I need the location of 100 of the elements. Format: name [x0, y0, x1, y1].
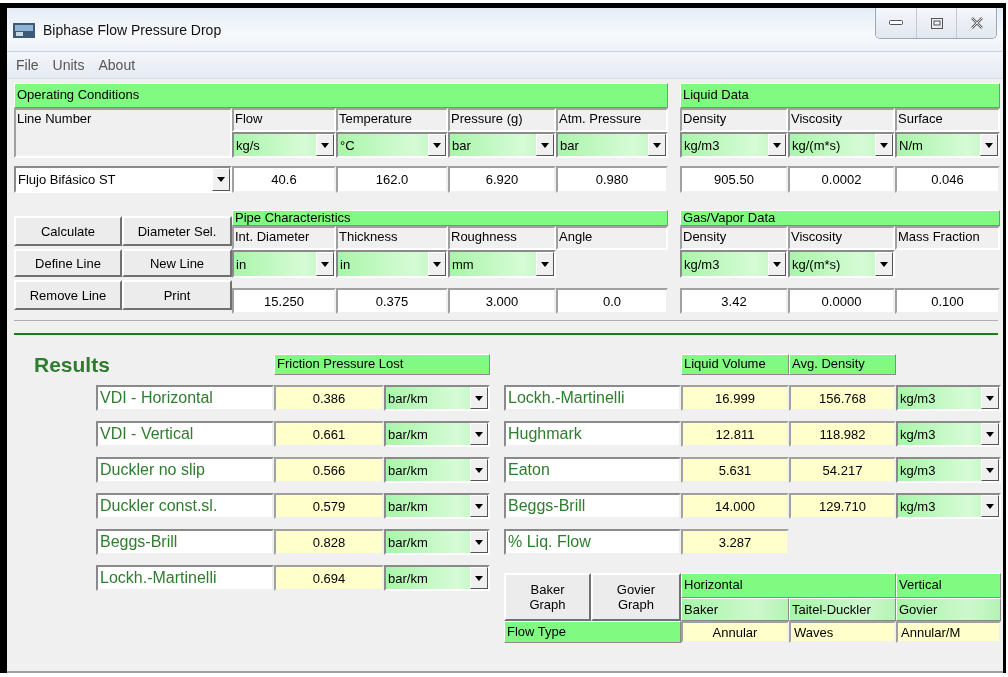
column-label: Thickness [336, 226, 448, 250]
result-field: 156.768 [789, 385, 896, 411]
unit-dropdown[interactable]: bar [448, 132, 556, 158]
unit-dropdown[interactable]: bar/km [384, 385, 490, 411]
caret-icon[interactable] [875, 134, 893, 156]
value-field[interactable]: 40.6 [232, 166, 336, 193]
result-field: Waves [789, 621, 896, 643]
caret-icon[interactable] [212, 168, 230, 191]
unit-dropdown[interactable]: kg/m3 [896, 385, 1001, 411]
value-field[interactable]: 0.0 [556, 288, 668, 314]
menu-item[interactable]: Units [47, 57, 90, 73]
value-field[interactable]: 0.100 [895, 288, 1000, 314]
minimize-button[interactable] [876, 8, 916, 38]
column-label: Int. Diameter [232, 226, 336, 250]
menu-item[interactable]: File [11, 57, 44, 73]
maximize-icon[interactable] [930, 17, 943, 29]
unit-dropdown[interactable]: N/m [895, 132, 1000, 158]
result-field: 129.710 [789, 493, 896, 519]
unit-dropdown[interactable]: kg/s [232, 132, 336, 158]
liquid-flow-label: % Liq. Flow [504, 529, 681, 555]
value-field[interactable]: 15.250 [232, 288, 336, 314]
action-button[interactable]: Define Line [14, 249, 122, 277]
result-field: 0.579 [274, 493, 384, 519]
results-title: Results [33, 354, 111, 375]
unit-dropdown[interactable]: kg/m3 [680, 250, 788, 278]
caret-icon[interactable] [648, 134, 666, 156]
result-field: 12.811 [681, 421, 789, 447]
action-button[interactable]: Calculate [14, 216, 122, 246]
method-header: Taitel-Duckler [789, 598, 896, 621]
caret-icon[interactable] [981, 387, 999, 409]
caret-icon[interactable] [316, 252, 334, 276]
unit-dropdown[interactable]: bar [556, 132, 668, 158]
column-label: Roughness [448, 226, 556, 250]
method-header: Govier [896, 598, 1001, 621]
caret-icon[interactable] [875, 252, 893, 276]
caret-icon[interactable] [981, 459, 999, 481]
action-button[interactable]: Print [122, 280, 232, 310]
action-button[interactable]: Diameter Sel. [122, 216, 232, 246]
action-button[interactable]: New Line [122, 249, 232, 277]
column-label: Surface [895, 108, 1000, 132]
unit-dropdown[interactable]: kg/m3 [896, 457, 1001, 483]
minimize-icon[interactable] [889, 20, 903, 26]
value-field[interactable]: 0.375 [336, 288, 448, 314]
caret-icon[interactable] [768, 134, 786, 156]
caret-icon[interactable] [316, 134, 334, 156]
value-field[interactable]: 3.000 [448, 288, 556, 314]
line-dropdown[interactable]: Flujo Bifásico ST [14, 166, 232, 193]
method-label: Hughmark [504, 421, 681, 447]
column-label: Angle [556, 226, 668, 250]
column-label: Viscosity [788, 108, 895, 132]
unit-dropdown[interactable]: in [232, 250, 336, 278]
unit-dropdown[interactable]: bar/km [384, 421, 490, 447]
graph-button[interactable]: Baker Graph [504, 573, 591, 621]
unit-dropdown[interactable]: kg/m3 [896, 493, 1001, 519]
unit-dropdown[interactable]: kg/(m*s) [788, 132, 895, 158]
caret-icon[interactable] [428, 252, 446, 276]
caret-icon[interactable] [536, 134, 554, 156]
value-field[interactable]: 0.980 [556, 166, 668, 193]
caret-icon[interactable] [768, 252, 786, 276]
unit-dropdown[interactable]: bar/km [384, 565, 490, 591]
method-label: Beggs-Brill [96, 529, 274, 555]
graph-button[interactable]: Govier Graph [591, 573, 681, 621]
unit-dropdown[interactable]: bar/km [384, 493, 490, 519]
maximize-button[interactable] [916, 8, 956, 38]
value-field[interactable]: 0.0002 [788, 166, 895, 193]
close-icon[interactable] [969, 17, 984, 29]
value-field[interactable]: 0.0000 [788, 288, 895, 314]
caret-icon[interactable] [470, 423, 488, 445]
menu-item[interactable]: About [93, 57, 141, 73]
caret-icon[interactable] [536, 252, 554, 276]
caret-icon[interactable] [470, 459, 488, 481]
value-field[interactable]: 3.42 [680, 288, 788, 314]
close-button[interactable] [956, 8, 996, 38]
value-field[interactable]: 905.50 [680, 166, 788, 193]
unit-dropdown[interactable]: kg/m3 [896, 421, 1001, 447]
unit-dropdown[interactable]: mm [448, 250, 556, 278]
unit-dropdown[interactable]: bar/km [384, 457, 490, 483]
caret-icon[interactable] [981, 423, 999, 445]
method-label: Lockh.-Martinelli [504, 385, 681, 411]
method-label: Duckler const.sl. [96, 493, 274, 519]
value-field[interactable]: 162.0 [336, 166, 448, 193]
caret-icon[interactable] [980, 134, 998, 156]
unit-dropdown[interactable]: °C [336, 132, 448, 158]
unit-dropdown[interactable]: kg/m3 [680, 132, 788, 158]
caret-icon[interactable] [470, 387, 488, 409]
caret-icon[interactable] [470, 531, 488, 553]
section-header: Vertical [896, 573, 1001, 598]
caret-icon[interactable] [470, 567, 488, 589]
caret-icon[interactable] [470, 495, 488, 517]
column-label: Pressure (g) [448, 108, 556, 132]
unit-dropdown[interactable]: bar/km [384, 529, 490, 555]
method-label: Duckler no slip [96, 457, 274, 483]
caret-icon[interactable] [981, 495, 999, 517]
caret-icon[interactable] [428, 134, 446, 156]
unit-dropdown[interactable]: kg/(m*s) [788, 250, 895, 278]
action-button[interactable]: Remove Line [14, 280, 122, 310]
unit-dropdown[interactable]: in [336, 250, 448, 278]
value-field[interactable]: 0.046 [895, 166, 1000, 193]
value-field[interactable]: 6.920 [448, 166, 556, 193]
column-header: Liquid Volume [681, 354, 789, 375]
